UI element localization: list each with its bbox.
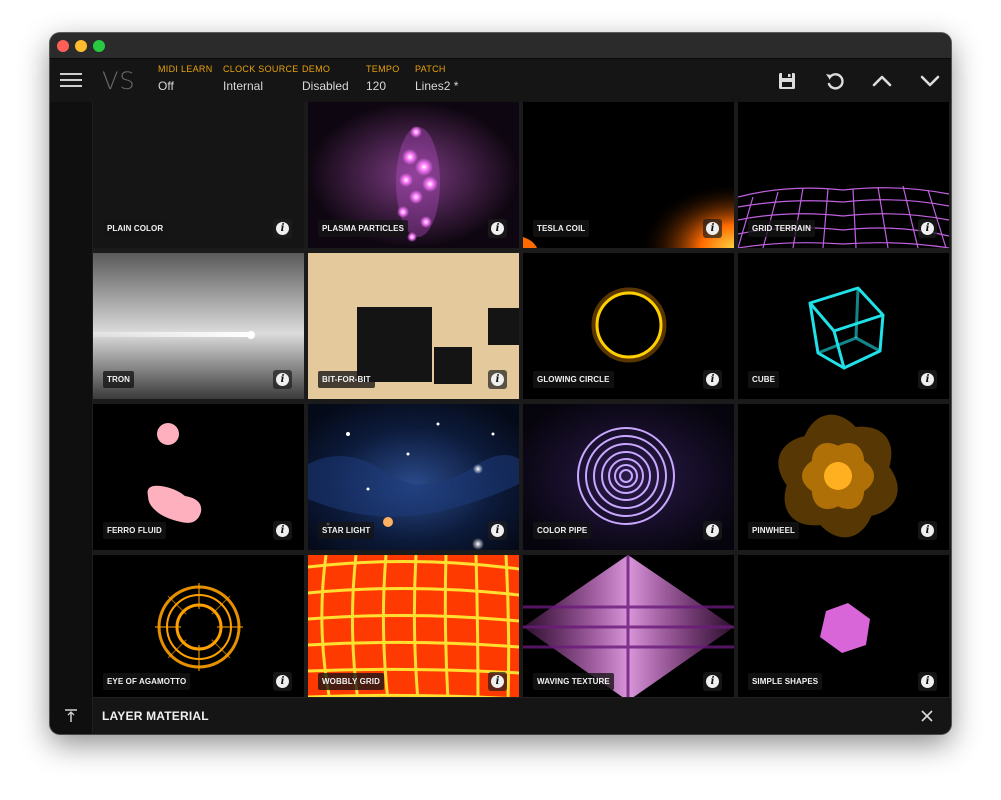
panel-title: LAYER MATERIAL bbox=[102, 709, 209, 723]
material-label: EYE OF AGAMOTTO bbox=[103, 673, 191, 690]
material-tile[interactable]: EYE OF AGAMOTTO i bbox=[93, 555, 304, 701]
material-label: STAR LIGHT bbox=[318, 522, 375, 539]
param-value: Internal bbox=[223, 79, 264, 93]
material-label: WOBBLY GRID bbox=[318, 673, 384, 690]
minimize-window-button[interactable] bbox=[75, 40, 87, 52]
material-label: GLOWING CIRCLE bbox=[533, 371, 614, 388]
material-tile[interactable]: BIT-FOR-BIT i bbox=[308, 253, 519, 399]
material-tile[interactable]: TRON i bbox=[93, 253, 304, 399]
previous-button[interactable] bbox=[869, 68, 895, 94]
info-icon[interactable]: i bbox=[488, 521, 507, 540]
info-icon[interactable]: i bbox=[488, 672, 507, 691]
info-icon[interactable]: i bbox=[273, 672, 292, 691]
menu-icon[interactable] bbox=[60, 71, 82, 89]
material-label: BIT-FOR-BIT bbox=[318, 371, 375, 388]
info-icon[interactable]: i bbox=[918, 219, 937, 238]
info-icon[interactable]: i bbox=[488, 370, 507, 389]
material-label: TESLA COIL bbox=[533, 220, 590, 237]
material-label: TRON bbox=[103, 371, 135, 388]
undo-button[interactable] bbox=[822, 68, 848, 94]
param-midi-learn[interactable]: MIDI LEARN Off bbox=[158, 64, 213, 93]
info-icon[interactable]: i bbox=[918, 672, 937, 691]
param-label: TEMPO bbox=[366, 64, 400, 74]
material-tile[interactable]: GLOWING CIRCLE i bbox=[523, 253, 734, 399]
chevron-up-icon bbox=[872, 75, 892, 87]
material-tile[interactable]: WOBBLY GRID i bbox=[308, 555, 519, 701]
align-top-icon[interactable] bbox=[63, 708, 79, 724]
param-value: 120 bbox=[366, 79, 387, 93]
param-value: Lines2 * bbox=[415, 79, 459, 93]
zoom-window-button[interactable] bbox=[93, 40, 105, 52]
info-icon[interactable]: i bbox=[703, 219, 722, 238]
info-icon[interactable]: i bbox=[273, 521, 292, 540]
app-window: VS MIDI LEARN Off CLOCK SOURCE Internal … bbox=[50, 33, 951, 734]
material-label: FERRO FLUID bbox=[103, 522, 166, 539]
info-icon[interactable]: i bbox=[273, 219, 292, 238]
next-button[interactable] bbox=[917, 68, 943, 94]
param-label: PATCH bbox=[415, 64, 446, 74]
material-label: PLASMA PARTICLES bbox=[318, 220, 409, 237]
info-icon[interactable]: i bbox=[703, 370, 722, 389]
param-clock-source[interactable]: CLOCK SOURCE Internal bbox=[223, 64, 299, 93]
chevron-down-icon bbox=[920, 75, 940, 87]
material-tile[interactable]: WAVING TEXTURE i bbox=[523, 555, 734, 701]
app-logo: VS bbox=[102, 67, 136, 95]
material-label: PLAIN COLOR bbox=[103, 220, 168, 237]
material-label: COLOR PIPE bbox=[533, 522, 592, 539]
material-tile[interactable]: TESLA COIL i bbox=[523, 102, 734, 248]
param-label: DEMO bbox=[302, 64, 331, 74]
material-label: CUBE bbox=[748, 371, 780, 388]
info-icon[interactable]: i bbox=[273, 370, 292, 389]
info-icon[interactable]: i bbox=[918, 521, 937, 540]
material-tile[interactable]: COLOR PIPE i bbox=[523, 404, 734, 550]
param-patch[interactable]: PATCH Lines2 * bbox=[415, 64, 458, 93]
close-icon[interactable] bbox=[919, 708, 935, 724]
material-tile[interactable]: PINWHEEL i bbox=[738, 404, 949, 550]
layer-material-bar: LAYER MATERIAL bbox=[93, 697, 951, 734]
param-label: MIDI LEARN bbox=[158, 64, 213, 74]
material-label: WAVING TEXTURE bbox=[533, 673, 614, 690]
param-tempo[interactable]: TEMPO 120 bbox=[366, 64, 400, 93]
material-tile[interactable]: PLASMA PARTICLES i bbox=[308, 102, 519, 248]
material-label: PINWHEEL bbox=[748, 522, 800, 539]
save-icon bbox=[779, 73, 795, 89]
undo-icon bbox=[826, 73, 844, 90]
material-tile[interactable]: STAR LIGHT i bbox=[308, 404, 519, 550]
toolbar: VS MIDI LEARN Off CLOCK SOURCE Internal … bbox=[50, 59, 951, 102]
material-tile[interactable]: SIMPLE SHAPES i bbox=[738, 555, 949, 701]
material-tile[interactable]: FERRO FLUID i bbox=[93, 404, 304, 550]
info-icon[interactable]: i bbox=[488, 219, 507, 238]
material-label: GRID TERRAIN bbox=[748, 220, 815, 237]
material-tile[interactable]: PLAIN COLOR i bbox=[93, 102, 304, 248]
param-demo[interactable]: DEMO Disabled bbox=[302, 64, 349, 93]
material-label: SIMPLE SHAPES bbox=[748, 673, 823, 690]
material-tile[interactable]: GRID TERRAIN i bbox=[738, 102, 949, 248]
param-value: Off bbox=[158, 79, 174, 93]
sidebar bbox=[50, 102, 93, 734]
close-window-button[interactable] bbox=[57, 40, 69, 52]
material-grid: PLAIN COLOR i PLASMA PARTICLES i TESLA C… bbox=[93, 102, 951, 701]
save-button[interactable] bbox=[774, 68, 800, 94]
info-icon[interactable]: i bbox=[703, 521, 722, 540]
param-value: Disabled bbox=[302, 79, 349, 93]
material-tile[interactable]: CUBE i bbox=[738, 253, 949, 399]
info-icon[interactable]: i bbox=[918, 370, 937, 389]
info-icon[interactable]: i bbox=[703, 672, 722, 691]
title-bar bbox=[50, 33, 951, 59]
param-label: CLOCK SOURCE bbox=[223, 64, 299, 74]
